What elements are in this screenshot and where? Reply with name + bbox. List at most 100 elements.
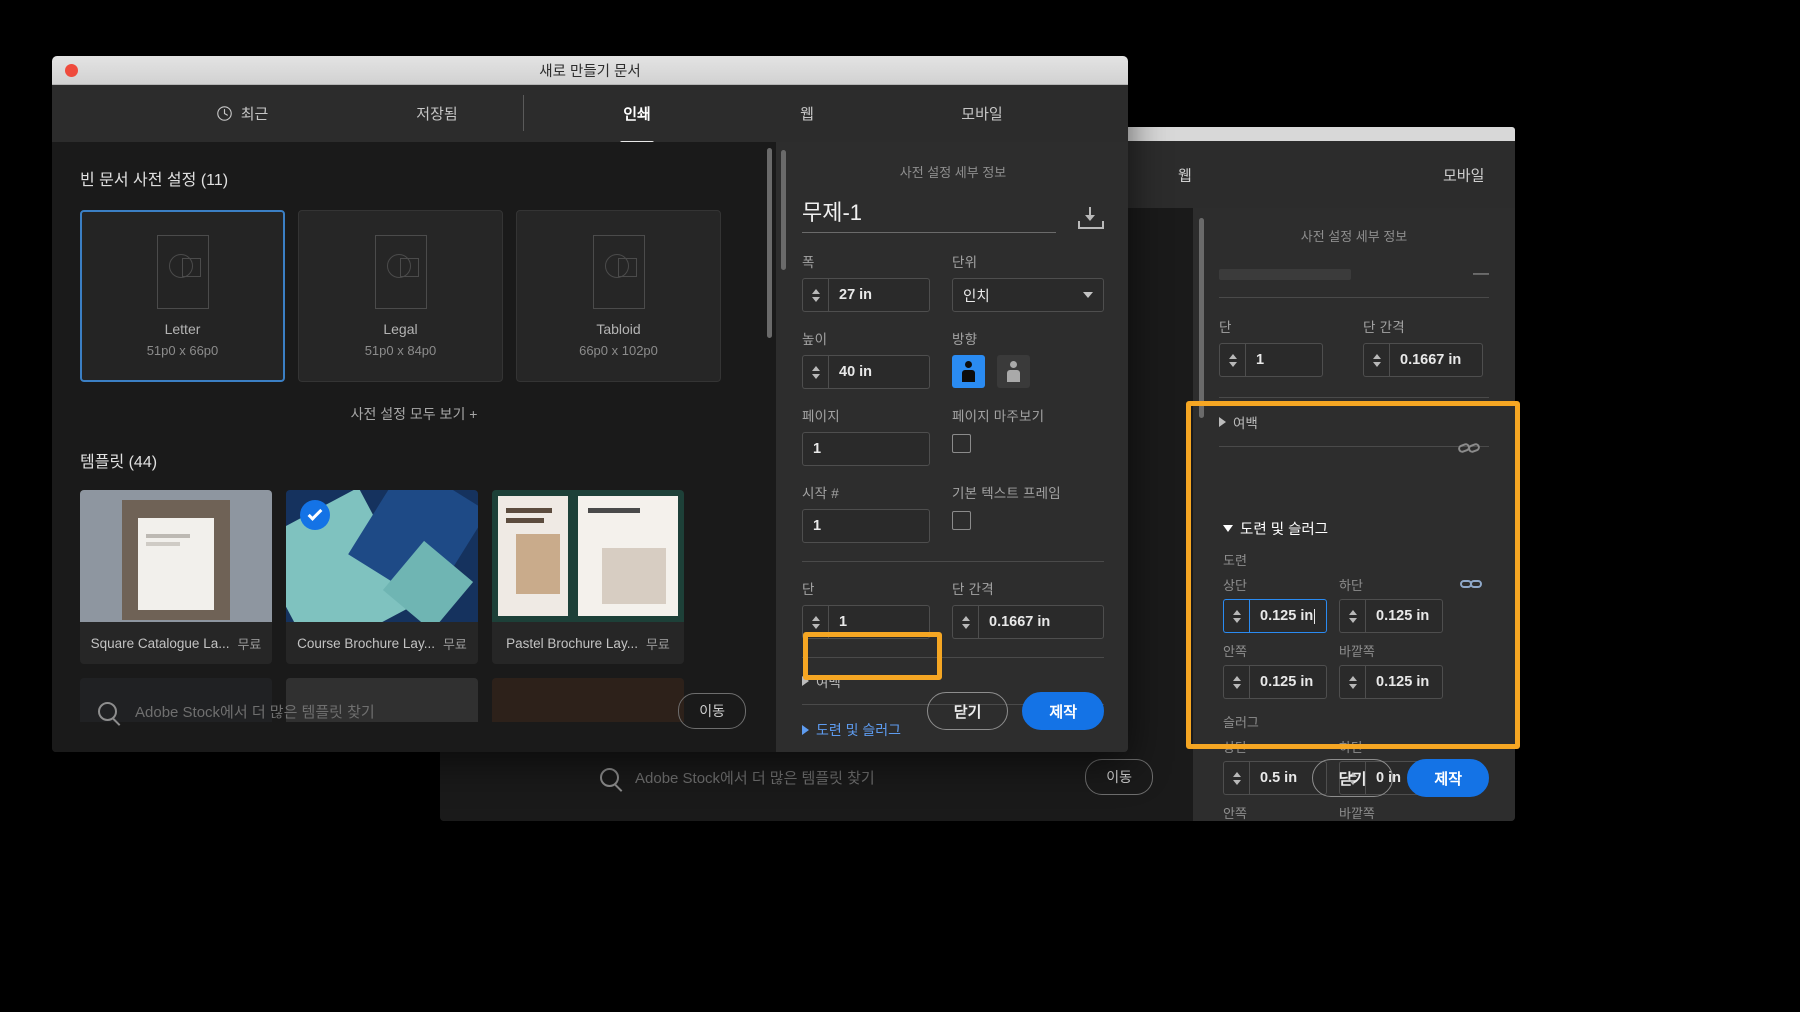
back-tab-web[interactable]: 웹	[1178, 164, 1192, 185]
back-bleed-inside-stepper[interactable]	[1223, 665, 1249, 699]
back-bleed-top-field[interactable]: 0.125 in	[1223, 599, 1327, 633]
document-page-icon	[157, 235, 209, 309]
front-window-tabbar: 최근 저장됨 인쇄 웹 모바일	[52, 85, 1128, 142]
back-margins-disclosure[interactable]: 여백	[1219, 412, 1489, 432]
height-field[interactable]: 40 in	[802, 355, 930, 389]
back-gutter-field[interactable]: 0.1667 in	[1363, 343, 1483, 377]
close-button[interactable]: 닫기	[927, 692, 1009, 730]
back-gutter-value: 0.1667 in	[1400, 352, 1461, 368]
start-number-field[interactable]: 1	[802, 509, 930, 543]
back-bleed-group-label: 도련	[1223, 550, 1495, 569]
gutter-field[interactable]: 0.1667 in	[952, 605, 1104, 639]
template-thumbnail	[80, 490, 272, 622]
back-bleed-inside-field[interactable]: 0.125 in	[1223, 665, 1327, 699]
back-columns-stepper[interactable]	[1219, 343, 1245, 377]
back-margins-label: 여백	[1233, 412, 1258, 432]
preset-letter-name: Letter	[165, 321, 201, 337]
back-bleed-top-stepper[interactable]	[1223, 599, 1249, 633]
tab-print[interactable]: 인쇄	[572, 85, 702, 142]
templates-heading: 템플릿 (44)	[80, 448, 748, 472]
tab-separator	[523, 95, 524, 131]
create-button[interactable]: 제작	[1022, 692, 1104, 730]
chevron-down-icon	[1083, 292, 1093, 298]
front-window-titlebar: 새로 만들기 문서	[52, 56, 1128, 85]
width-stepper[interactable]	[802, 278, 828, 312]
back-gutter-stepper[interactable]	[1363, 343, 1389, 377]
margins-disclosure[interactable]: 여백	[802, 671, 1104, 691]
gutter-stepper[interactable]	[952, 605, 978, 639]
window-title: 새로 만들기 문서	[52, 60, 1128, 81]
back-slug-outside-label: 바깥쪽	[1339, 803, 1443, 821]
columns-stepper[interactable]	[802, 605, 828, 639]
orientation-label: 방향	[952, 328, 1104, 348]
back-search-input[interactable]: Adobe Stock에서 더 많은 템플릿 찾기	[635, 767, 875, 788]
units-label: 단위	[952, 251, 1104, 271]
preset-tabloid-name: Tabloid	[596, 321, 640, 337]
back-slug-top-stepper[interactable]	[1223, 761, 1249, 795]
template-card-course-brochure[interactable]: Course Brochure Lay... 무료	[286, 490, 478, 664]
units-dropdown[interactable]: 인치	[952, 278, 1104, 312]
back-bleed-slug-disclosure[interactable]: 도련 및 슬러그	[1223, 518, 1495, 539]
template-name: Square Catalogue La...	[91, 636, 230, 651]
back-doc-name-field[interactable]	[1219, 269, 1351, 280]
preset-card-tabloid[interactable]: Tabloid 66p0 x 102p0	[516, 210, 721, 382]
back-bleed-bottom-stepper[interactable]	[1339, 599, 1365, 633]
front-search-input[interactable]: Adobe Stock에서 더 많은 템플릿 찾기	[135, 701, 660, 722]
template-card-pastel-brochure[interactable]: Pastel Brochure Lay... 무료	[492, 490, 684, 664]
back-columns-field[interactable]: 1	[1219, 343, 1323, 377]
view-all-presets-link[interactable]: 사전 설정 모두 보기 +	[80, 404, 748, 424]
back-panel-scrollbar[interactable]	[1199, 218, 1204, 418]
back-search-go-button[interactable]: 이동	[1085, 759, 1153, 795]
preset-card-letter[interactable]: Letter 51p0 x 66p0	[80, 210, 285, 382]
link-chain-icon[interactable]	[1459, 571, 1485, 597]
document-name-input[interactable]: 무제-1	[802, 200, 862, 225]
tab-mobile[interactable]: 모바일	[902, 85, 1062, 142]
back-bleed-outside-field[interactable]: 0.125 in	[1339, 665, 1443, 699]
chevron-right-icon	[802, 725, 809, 735]
template-name: Course Brochure Lay...	[297, 636, 435, 651]
tab-recent[interactable]: 최근	[172, 85, 312, 142]
back-bleed-slug-label: 도련 및 슬러그	[1240, 518, 1328, 539]
details-panel-scrollbar[interactable]	[781, 150, 786, 270]
pages-field[interactable]: 1	[802, 432, 930, 466]
download-preset-icon[interactable]	[1078, 207, 1104, 229]
chevron-down-icon	[1223, 525, 1233, 532]
chevron-right-icon	[1219, 417, 1226, 427]
tab-recent-label: 최근	[241, 103, 269, 124]
chevron-right-icon	[802, 676, 809, 686]
broken-link-chain-icon[interactable]	[1457, 435, 1483, 461]
back-create-button[interactable]: 제작	[1407, 759, 1489, 797]
back-bleed-outside-stepper[interactable]	[1339, 665, 1365, 699]
pages-value: 1	[813, 441, 821, 457]
back-tab-mobile[interactable]: 모바일	[1443, 164, 1484, 185]
back-preset-details-panel: 사전 설정 세부 정보 — 단 1	[1193, 208, 1515, 821]
front-search-go-button[interactable]: 이동	[678, 693, 746, 729]
height-stepper[interactable]	[802, 355, 828, 389]
tab-web[interactable]: 웹	[742, 85, 872, 142]
orientation-landscape-button[interactable]	[997, 355, 1030, 388]
facing-pages-checkbox[interactable]	[952, 434, 971, 453]
primary-text-frame-checkbox[interactable]	[952, 511, 971, 530]
back-columns-value: 1	[1256, 352, 1264, 368]
left-pane-scrollbar[interactable]	[767, 148, 772, 338]
columns-field[interactable]: 1	[802, 605, 930, 639]
preset-card-legal[interactable]: Legal 51p0 x 84p0	[298, 210, 503, 382]
templates-pane: 빈 문서 사전 설정 (11) Letter 51p0 x 66p0 Legal…	[52, 142, 776, 752]
bleed-slug-label: 도련 및 슬러그	[816, 720, 901, 740]
details-heading: 사전 설정 세부 정보	[802, 162, 1104, 181]
gutter-value: 0.1667 in	[989, 614, 1050, 630]
orientation-portrait-button[interactable]	[952, 355, 985, 388]
template-price: 무료	[443, 634, 467, 653]
back-close-button[interactable]: 닫기	[1312, 759, 1394, 797]
start-number-value: 1	[813, 518, 821, 534]
back-save-preset-icon[interactable]: —	[1473, 265, 1489, 283]
back-slug-top-label: 상단	[1223, 737, 1327, 756]
template-card-square-catalogue[interactable]: Square Catalogue La... 무료	[80, 490, 272, 664]
tab-mobile-label: 모바일	[961, 103, 1002, 124]
back-details-heading: 사전 설정 세부 정보	[1219, 226, 1489, 245]
back-bleed-bottom-field[interactable]: 0.125 in	[1339, 599, 1443, 633]
columns-value: 1	[839, 614, 847, 630]
tab-saved[interactable]: 저장됨	[372, 85, 502, 142]
width-field[interactable]: 27 in	[802, 278, 930, 312]
back-slug-top-value: 0.5 in	[1260, 770, 1297, 786]
